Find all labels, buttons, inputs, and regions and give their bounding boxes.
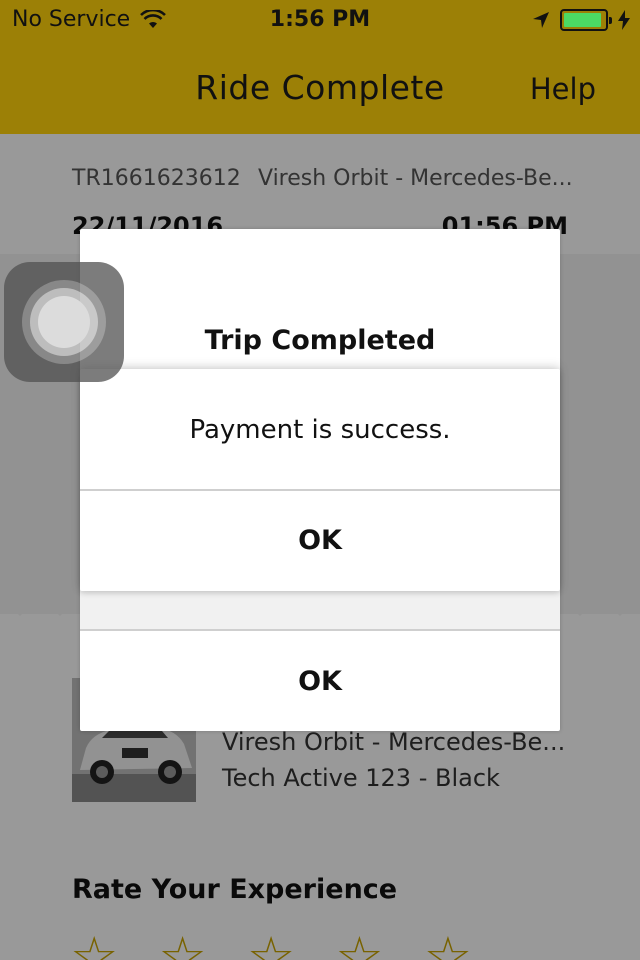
battery-level xyxy=(564,13,601,27)
nav-bar: Ride Complete Help xyxy=(0,40,640,134)
charging-bolt-icon xyxy=(618,10,630,30)
alert-separator xyxy=(80,589,560,629)
alert-title: Trip Completed xyxy=(204,325,436,356)
payment-ok-button[interactable]: OK xyxy=(80,491,560,589)
location-arrow-icon xyxy=(533,12,549,28)
assistive-touch-core xyxy=(38,296,90,348)
help-button[interactable]: Help xyxy=(530,72,596,106)
assistive-touch-button[interactable] xyxy=(4,262,124,382)
battery-icon xyxy=(560,9,612,31)
trip-completed-ok-button[interactable]: OK xyxy=(80,631,560,731)
status-bar: No Service 1:56 PM xyxy=(0,0,640,40)
payment-success-alert: Payment is success. OK xyxy=(80,369,560,591)
alert-message: Payment is success. xyxy=(189,415,451,445)
status-right-group xyxy=(532,9,630,31)
